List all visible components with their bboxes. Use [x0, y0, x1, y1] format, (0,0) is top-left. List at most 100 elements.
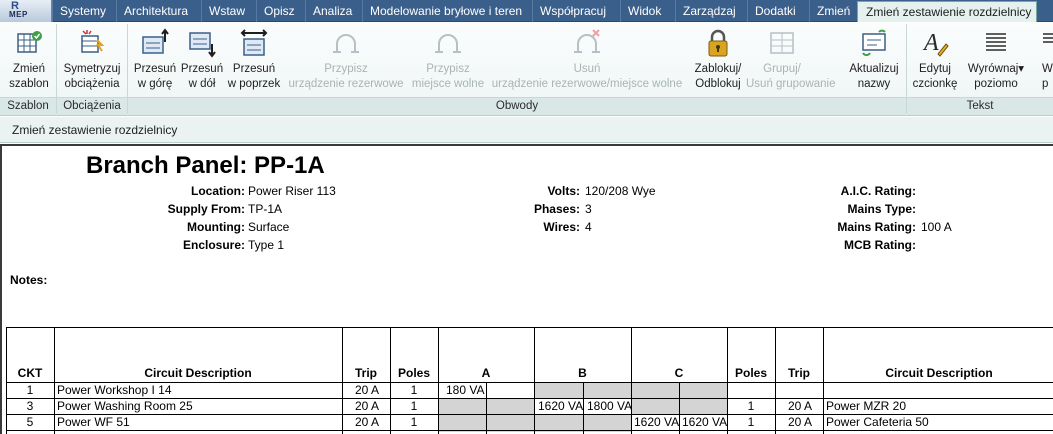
- edit-font-button[interactable]: A Edytuj czcionkę: [908, 22, 962, 96]
- grid-line: [631, 327, 632, 434]
- tab-architektura[interactable]: Architektura: [116, 0, 201, 22]
- tab-analiza[interactable]: Analiza: [305, 0, 362, 22]
- options-bar: Zmień zestawienie rozdzielnicy: [0, 117, 1053, 143]
- app-badge: MEP: [9, 10, 28, 19]
- grid-line: [6, 430, 1053, 431]
- tab-wstaw[interactable]: Wstaw: [201, 0, 256, 22]
- change-template-button[interactable]: Zmień szablon: [4, 22, 54, 96]
- move-down-button[interactable]: Przesuń w dół: [180, 22, 224, 96]
- col-header-phase-b: B: [578, 366, 587, 380]
- align-horizontal-icon: [986, 33, 1006, 51]
- tab-opisz[interactable]: Opisz: [256, 0, 305, 22]
- panel-label-tekst: Tekst: [907, 97, 1053, 115]
- align-horizontal-button[interactable]: Wyrównaj▾ poziomo: [964, 22, 1028, 96]
- row-trip[interactable]: 20 A: [355, 383, 379, 397]
- row-phase-a-load[interactable]: 180 VA: [446, 383, 484, 397]
- tab-systemy[interactable]: Systemy: [52, 0, 116, 22]
- phases-value: 3: [585, 202, 592, 216]
- application-menu-button[interactable]: R MEP: [0, 0, 52, 22]
- wires-label: Wires:: [543, 220, 580, 234]
- notes-label: Notes:: [10, 273, 48, 287]
- remove-spare-space-button[interactable]: Usuń urządzenie rezerwowe/miejsce wolne: [488, 22, 686, 96]
- mains-type-label: Mains Type:: [847, 202, 916, 216]
- tab-dodatki[interactable]: Dodatki: [747, 0, 809, 22]
- row-trip-right[interactable]: 20 A: [788, 415, 812, 429]
- col-header-trip-right: Trip: [787, 366, 810, 380]
- row-description[interactable]: Power Workshop I 14: [57, 383, 172, 397]
- move-up-button[interactable]: Przesuń w górę: [130, 22, 180, 96]
- phases-label: Phases:: [533, 202, 580, 216]
- row-poles[interactable]: 1: [390, 399, 438, 413]
- row-description-right[interactable]: Power MZR 20: [826, 399, 906, 413]
- col-header-phase-a: A: [481, 366, 491, 380]
- col-header-description-right: Circuit Description: [885, 366, 993, 380]
- move-across-button[interactable]: Przesuń w poprzek: [224, 22, 284, 96]
- panel-schedule-view[interactable]: Branch Panel: PP-1A Location: Power Rise…: [0, 144, 1053, 434]
- row-description[interactable]: Power Washing Room 25: [57, 399, 193, 413]
- row-phase-b-load-right[interactable]: 1800 VA: [587, 399, 632, 413]
- mounting-value: Surface: [248, 220, 290, 234]
- template-icon: [17, 31, 42, 53]
- row-phase-c-load-right[interactable]: 1620 VA: [682, 415, 727, 429]
- grid-line: [6, 327, 1053, 328]
- supply-from-label: Supply From:: [167, 202, 245, 216]
- row-poles-right[interactable]: 1: [727, 415, 775, 429]
- grid-line: [438, 327, 439, 434]
- tab-modelowanie[interactable]: Modelowanie bryłowe i teren: [362, 0, 532, 22]
- tab-zarzadzaj[interactable]: Zarządzaj: [675, 0, 747, 22]
- unused-phase-cell: [439, 399, 535, 414]
- row-poles[interactable]: 1: [390, 383, 438, 397]
- row-poles-right[interactable]: 1: [727, 399, 775, 413]
- enclosure-label: Enclosure:: [182, 238, 245, 252]
- row-description[interactable]: Power WF 51: [57, 415, 130, 429]
- lock-icon: [708, 29, 728, 57]
- grid-line: [486, 382, 487, 434]
- grid-line: [534, 327, 535, 434]
- location-label: Location:: [191, 184, 245, 198]
- row-poles[interactable]: 1: [390, 415, 438, 429]
- col-header-trip: Trip: [354, 366, 377, 380]
- move-down-icon: [189, 32, 216, 58]
- mounting-label: Mounting:: [187, 220, 245, 234]
- move-up-icon: [142, 28, 169, 54]
- panel-label-szablon: Szablon: [0, 97, 56, 115]
- row-trip[interactable]: 20 A: [355, 415, 379, 429]
- mcb-rating-label: MCB Rating:: [844, 238, 916, 252]
- grid-line: [775, 327, 776, 434]
- location-value: Power Riser 113: [248, 184, 336, 198]
- assign-spare-button[interactable]: Przypisz urządzenie rezerwowe: [286, 22, 406, 96]
- schedule-title: Branch Panel: PP-1A: [86, 152, 325, 179]
- update-names-button[interactable]: Aktualizuj nazwy: [842, 22, 906, 96]
- move-across-icon: [240, 29, 268, 56]
- partial-icon: [1043, 33, 1053, 43]
- row-phase-c-load-left[interactable]: 1620 VA: [634, 415, 679, 429]
- balance-loads-button[interactable]: Symetryzuj obciążenia: [58, 22, 126, 96]
- mains-rating-value: 100 A: [921, 220, 952, 234]
- row-description-right[interactable]: Power Cafeteria 50: [826, 415, 929, 429]
- row-ckt[interactable]: 5: [6, 415, 54, 429]
- lock-unlock-button[interactable]: Zablokuj/Odblokuj: [690, 22, 746, 96]
- tab-zmien[interactable]: Zmień: [809, 0, 857, 22]
- row-trip-right[interactable]: 20 A: [788, 399, 812, 413]
- col-header-poles: Poles: [397, 366, 430, 380]
- remove-spare-icon: [574, 29, 600, 53]
- row-trip[interactable]: 20 A: [355, 399, 379, 413]
- group-ungroup-button[interactable]: Grupuj/Usuń grupowanie: [746, 22, 836, 96]
- assign-space-button[interactable]: Przypisz miejsce wolne: [408, 22, 488, 96]
- tab-zmien-zestawienie[interactable]: Zmień zestawienie rozdzielnicy: [857, 1, 1037, 23]
- row-phase-b-load-left[interactable]: 1620 VA: [538, 399, 583, 413]
- tab-widok[interactable]: Widok: [620, 0, 675, 22]
- panel-label-obciazenia: Obciążenia: [57, 97, 127, 115]
- partially-visible-button[interactable]: Wp: [1032, 22, 1053, 96]
- panel-label-obwody: Obwody: [128, 97, 906, 115]
- balance-loads-icon: [81, 30, 105, 53]
- row-ckt[interactable]: 3: [6, 399, 54, 413]
- edit-font-icon: A: [922, 30, 949, 57]
- tab-wspolpracuj[interactable]: Współpracuj: [532, 0, 620, 22]
- assign-spare-icon: [333, 34, 359, 53]
- supply-from-value: TP-1A: [248, 202, 283, 216]
- row-ckt[interactable]: 1: [6, 383, 54, 397]
- svg-text:A: A: [922, 30, 939, 56]
- update-names-icon: [862, 29, 886, 57]
- aic-rating-label: A.I.C. Rating:: [840, 184, 916, 198]
